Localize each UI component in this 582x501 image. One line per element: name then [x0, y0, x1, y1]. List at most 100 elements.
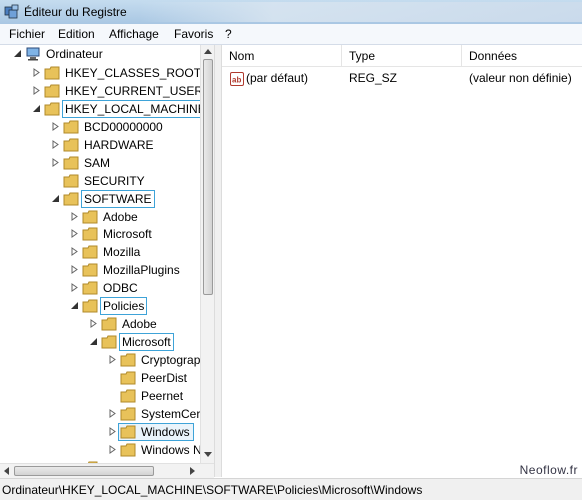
scroll-thumb[interactable] — [203, 59, 213, 295]
folder-icon — [63, 120, 79, 134]
scroll-up-icon[interactable] — [204, 48, 212, 54]
tree-item-windows[interactable]: Windows — [0, 423, 200, 441]
string-value-icon: ab — [230, 72, 244, 86]
tree-item-hkcu[interactable]: HKEY_CURRENT_USER — [0, 82, 203, 100]
expand-arrow-icon[interactable] — [108, 355, 117, 364]
collapse-arrow-icon[interactable] — [89, 337, 98, 346]
value-type: REG_SZ — [349, 71, 398, 85]
collapse-arrow-icon[interactable] — [51, 194, 60, 203]
tree-label: Windows N — [141, 443, 202, 457]
tree-item-bcd[interactable]: BCD00000000 — [0, 118, 200, 136]
column-header-donnees[interactable]: Données — [462, 45, 582, 67]
tree-item-policies-microsoft[interactable]: Microsoft — [0, 333, 200, 351]
tree-item-hardware[interactable]: HARDWARE — [0, 136, 200, 154]
expand-arrow-icon[interactable] — [70, 283, 79, 292]
scroll-left-icon[interactable] — [3, 467, 9, 475]
expand-arrow-icon[interactable] — [51, 140, 60, 149]
status-path: Ordinateur\HKEY_LOCAL_MACHINE\SOFTWARE\P… — [2, 483, 423, 497]
value-name: (par défaut) — [246, 71, 309, 85]
folder-icon — [63, 138, 79, 152]
computer-icon — [26, 47, 40, 61]
folder-icon — [82, 281, 98, 295]
tree-item-odbc[interactable]: ODBC — [0, 279, 200, 297]
tree-label: Cryptograp — [141, 353, 201, 367]
tree-item-policies[interactable]: Policies — [0, 297, 200, 315]
tree-item-software[interactable]: SOFTWARE — [0, 190, 200, 208]
tree-label: MozillaPlugins — [103, 263, 180, 277]
title-bar: Éditeur du Registre — [0, 0, 582, 24]
tree-label: Microsoft — [103, 227, 152, 241]
column-header-type[interactable]: Type — [342, 45, 462, 67]
folder-icon — [63, 192, 79, 206]
scroll-down-icon[interactable] — [204, 452, 212, 458]
tree-item-microsoft[interactable]: Microsoft — [0, 225, 200, 243]
menu-edition[interactable]: Edition — [58, 27, 95, 41]
folder-icon — [120, 407, 136, 421]
expand-arrow-icon[interactable] — [70, 247, 79, 256]
folder-icon — [63, 156, 79, 170]
folder-icon — [120, 353, 136, 367]
folder-icon — [82, 299, 98, 313]
pane-splitter[interactable] — [214, 45, 222, 477]
expand-arrow-icon[interactable] — [70, 265, 79, 274]
tree-item-peernet[interactable]: Peernet — [0, 387, 200, 405]
menu-help[interactable]: ? — [225, 27, 232, 41]
tree-horizontal-scrollbar[interactable] — [0, 463, 214, 478]
tree-label: PeerDist — [141, 371, 188, 385]
expand-arrow-icon[interactable] — [51, 122, 60, 131]
tree-label: Adobe — [122, 317, 157, 331]
tree-label-highlighted: HKEY_LOCAL_MACHINE — [62, 100, 209, 118]
tree-label: HARDWARE — [84, 138, 154, 152]
expand-arrow-icon[interactable] — [70, 229, 79, 238]
expand-arrow-icon[interactable] — [108, 409, 117, 418]
expand-arrow-icon[interactable] — [89, 319, 98, 328]
status-bar: Ordinateur\HKEY_LOCAL_MACHINE\SOFTWARE\P… — [0, 478, 582, 500]
menu-favoris[interactable]: Favoris — [174, 27, 213, 41]
tree-item-ordinateur[interactable]: Ordinateur — [0, 45, 200, 63]
menu-fichier[interactable]: Fichier — [9, 27, 45, 41]
expand-arrow-icon[interactable] — [51, 158, 60, 167]
regedit-icon — [4, 4, 19, 19]
collapse-arrow-icon[interactable] — [70, 301, 79, 310]
tree-item-hkcr[interactable]: HKEY_CLASSES_ROOT — [0, 64, 201, 82]
folder-icon — [82, 263, 98, 277]
tree-item-hklm[interactable]: HKEY_LOCAL_MACHINE — [0, 100, 209, 118]
tree-label: SECURITY — [84, 174, 145, 188]
expand-arrow-icon[interactable] — [32, 68, 41, 77]
value-data: (valeur non définie) — [469, 71, 572, 85]
folder-icon — [101, 335, 117, 349]
tree-label-highlighted: Microsoft — [119, 333, 174, 351]
tree-item-sam[interactable]: SAM — [0, 154, 200, 172]
tree-label: BCD00000000 — [84, 120, 163, 134]
tree-label: Mozilla — [103, 245, 141, 259]
column-header-nom[interactable]: Nom — [222, 45, 342, 67]
collapse-arrow-icon[interactable] — [32, 104, 41, 113]
tree-item-policies-adobe[interactable]: Adobe — [0, 315, 200, 333]
scroll-thumb[interactable] — [14, 466, 154, 476]
scroll-right-icon[interactable] — [190, 467, 196, 475]
tree-item-peerdist[interactable]: PeerDist — [0, 369, 200, 387]
expand-arrow-icon[interactable] — [108, 445, 117, 454]
menu-affichage[interactable]: Affichage — [109, 27, 159, 41]
folder-icon — [120, 371, 136, 385]
tree-item-cryptography[interactable]: Cryptograp — [0, 351, 200, 369]
tree-label: Adobe — [103, 210, 138, 224]
folder-icon — [82, 210, 98, 224]
tree-item-mozillaplugins[interactable]: MozillaPlugins — [0, 261, 200, 279]
folder-icon — [44, 84, 60, 98]
tree-item-adobe[interactable]: Adobe — [0, 208, 200, 226]
tree-label: Ordinateur — [46, 47, 103, 61]
window-title: Éditeur du Registre — [24, 5, 127, 19]
tree-label: SAM — [84, 156, 111, 170]
expand-arrow-icon[interactable] — [108, 427, 117, 436]
expand-arrow-icon[interactable] — [32, 86, 41, 95]
tree-item-systemcertificates[interactable]: SystemCer — [0, 405, 200, 423]
collapse-arrow-icon[interactable] — [13, 49, 22, 58]
folder-icon — [120, 425, 136, 439]
tree-item-mozilla[interactable]: Mozilla — [0, 243, 200, 261]
tree-item-windowsnt[interactable]: Windows N — [0, 441, 202, 459]
tree-item-security[interactable]: SECURITY — [0, 172, 200, 190]
expand-arrow-icon[interactable] — [70, 212, 79, 221]
folder-icon — [101, 317, 117, 331]
tree-vertical-scrollbar[interactable] — [200, 45, 215, 463]
